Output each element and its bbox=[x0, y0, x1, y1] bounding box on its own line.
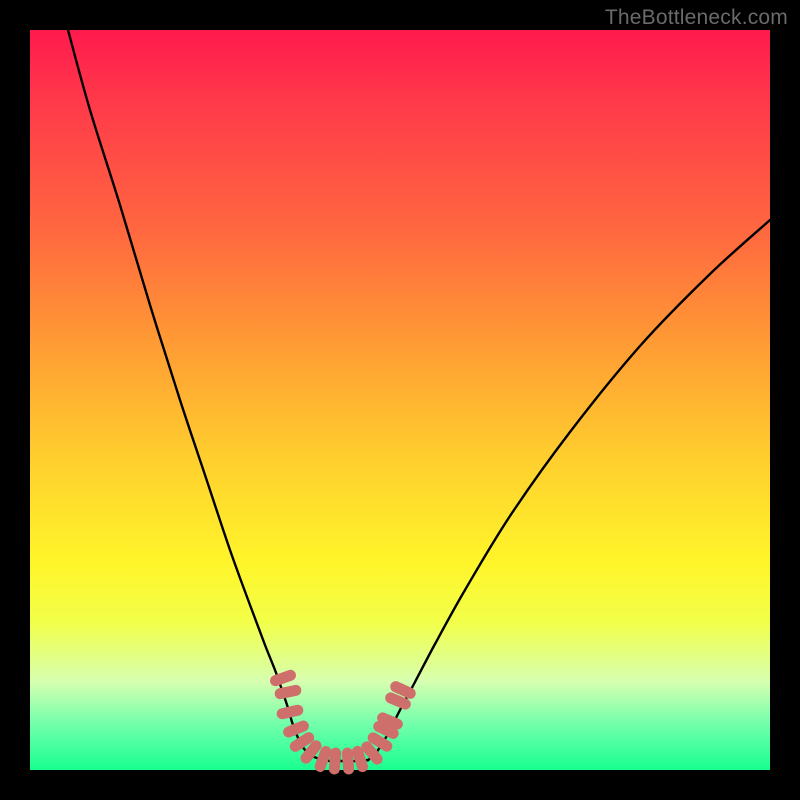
tick-mark bbox=[373, 738, 387, 746]
tick-mark bbox=[357, 751, 362, 766]
tick-mark bbox=[275, 675, 290, 680]
tick-mark bbox=[383, 718, 398, 724]
tick-mark bbox=[295, 738, 308, 747]
curve-path bbox=[68, 30, 770, 761]
curve-ticks bbox=[275, 675, 410, 769]
tick-mark bbox=[289, 726, 304, 732]
tick-mark bbox=[320, 752, 326, 767]
chart-plot-area bbox=[30, 30, 770, 770]
bottleneck-curve bbox=[30, 30, 770, 770]
tick-mark bbox=[396, 687, 411, 694]
tick-mark bbox=[347, 753, 348, 769]
tick-mark bbox=[367, 747, 377, 759]
tick-mark bbox=[391, 698, 406, 704]
chart-frame: TheBottleneck.com bbox=[0, 0, 800, 800]
tick-mark bbox=[334, 753, 335, 769]
tick-mark bbox=[306, 746, 316, 758]
tick-mark bbox=[282, 710, 298, 713]
tick-mark bbox=[280, 690, 296, 693]
tick-mark bbox=[379, 727, 393, 734]
watermark-label: TheBottleneck.com bbox=[605, 6, 788, 30]
